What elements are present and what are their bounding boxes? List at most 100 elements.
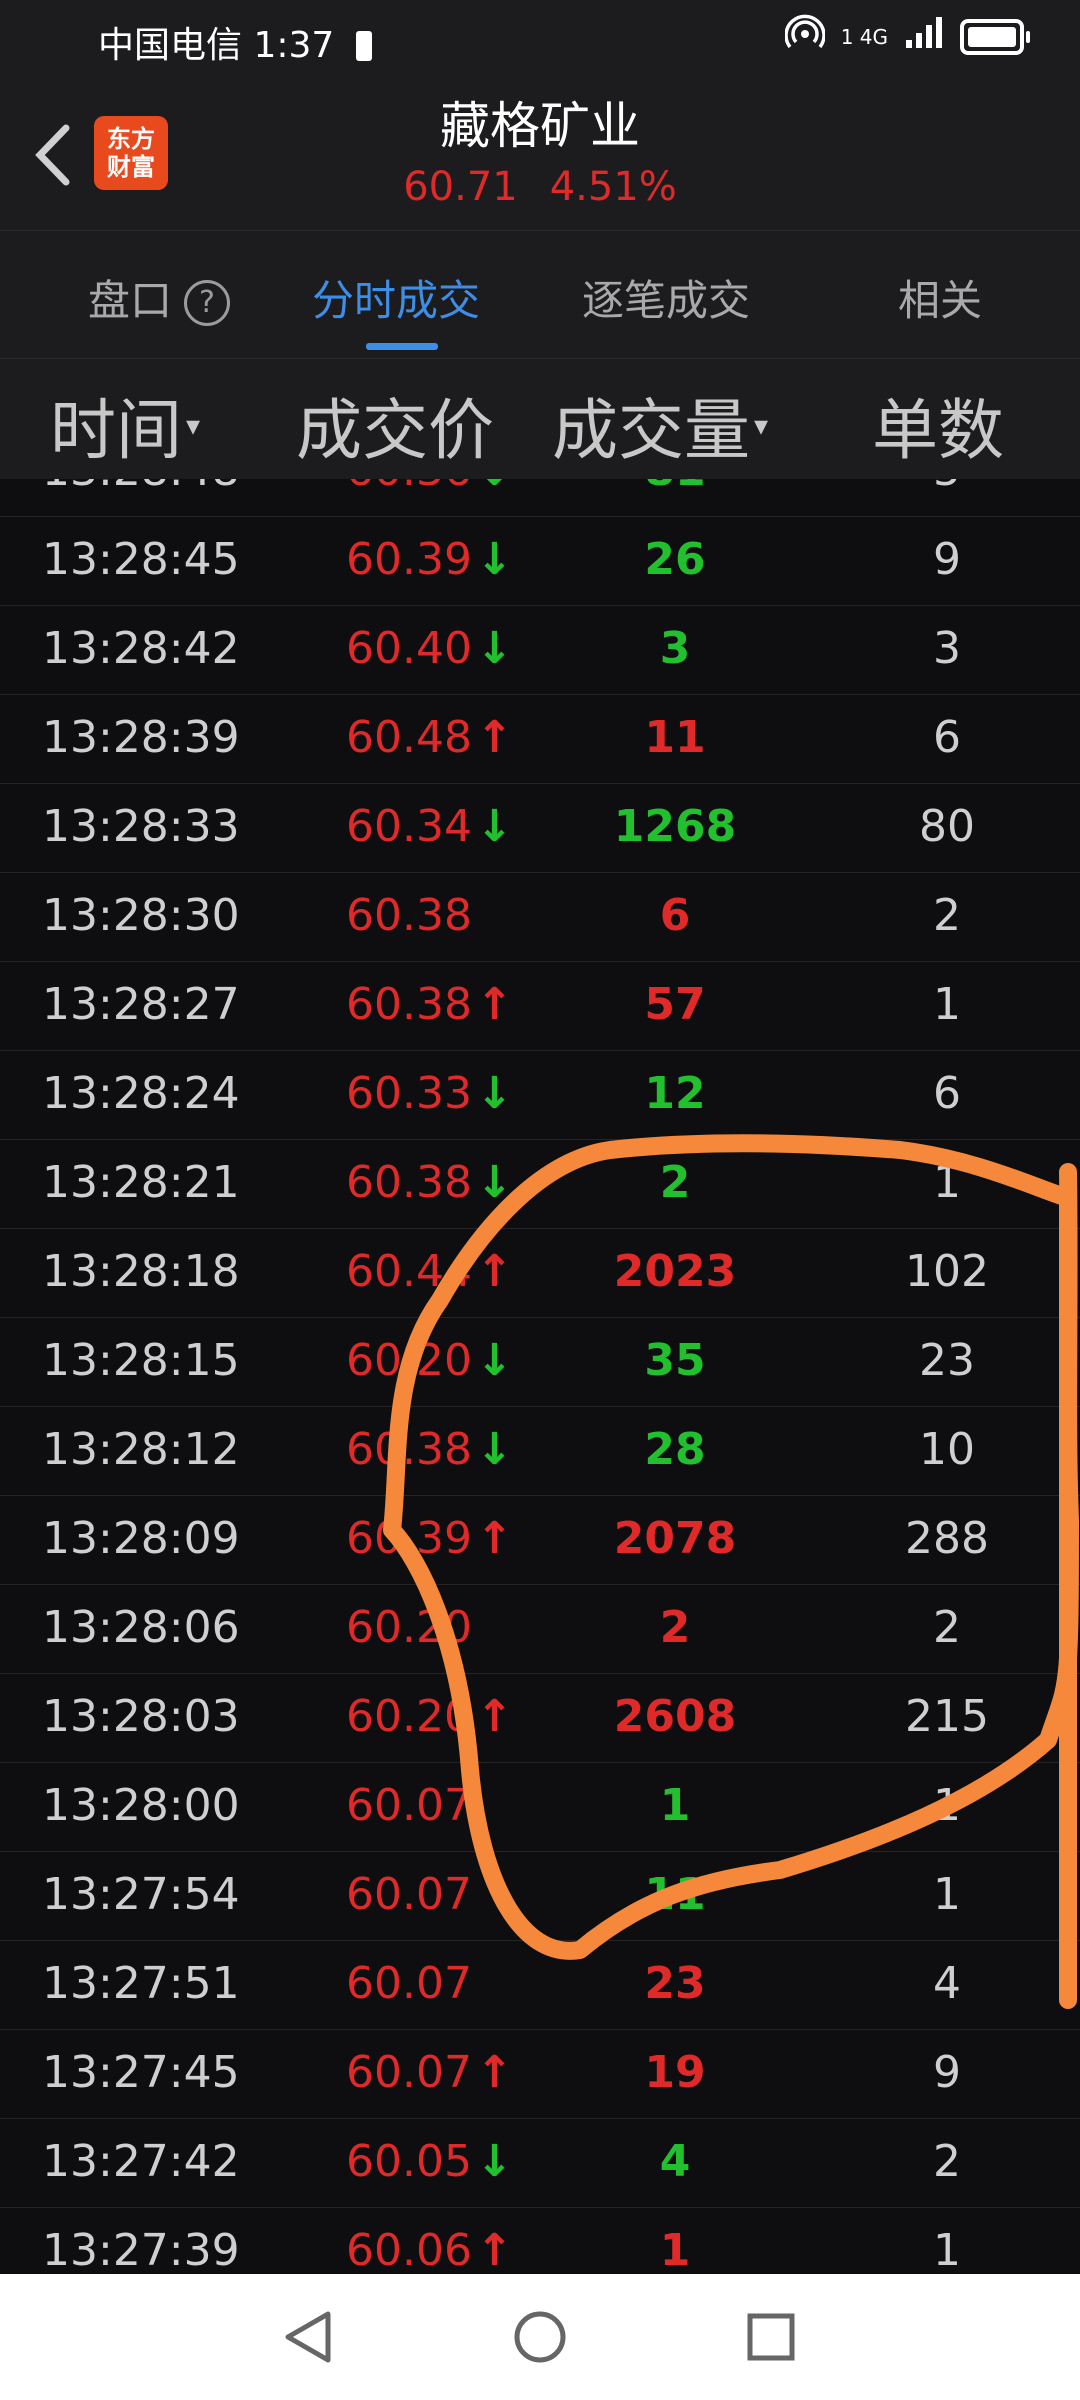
column-volume[interactable]: 成交量 ▾ <box>552 377 768 473</box>
trade-time: 13:28:42 <box>42 623 240 674</box>
trade-count: 6 <box>933 1068 961 1119</box>
tab-related[interactable]: 相关 <box>898 267 982 328</box>
table-row[interactable]: 13:28:06 60.20 2 2 <box>0 1585 1080 1674</box>
trade-volume: 1 <box>659 2225 691 2274</box>
trade-volume: 2 <box>659 1602 691 1653</box>
table-row[interactable]: 13:27:42 60.05↓ 4 2 <box>0 2119 1080 2208</box>
table-row[interactable]: 13:28:30 60.38 6 2 <box>0 873 1080 962</box>
arrow-up-icon: ↑ <box>475 2047 513 2098</box>
tab-minute-trades[interactable]: 分时成交 <box>312 267 480 328</box>
table-row[interactable]: 13:27:39 60.06↑ 1 1 <box>0 2208 1080 2274</box>
trade-price-value: 60.40 <box>346 623 472 674</box>
table-row[interactable]: 13:28:18 60.44↑ 2023 102 <box>0 1229 1080 1318</box>
table-row[interactable]: 13:27:51 60.07 23 4 <box>0 1941 1080 2030</box>
table-row[interactable]: 13:28:24 60.33↓ 12 6 <box>0 1051 1080 1140</box>
table-row[interactable]: 13:28:45 60.39↓ 26 9 <box>0 517 1080 606</box>
arrow-down-icon: ↓ <box>475 1424 513 1475</box>
trade-volume: 4 <box>659 2136 691 2187</box>
change-percent: 4.51% <box>549 164 677 210</box>
trade-price-value: 60.07 <box>346 1869 472 1920</box>
trade-count: 1 <box>933 1780 961 1831</box>
nav-home-icon[interactable] <box>500 2302 580 2372</box>
system-nav-bar <box>0 2274 1080 2400</box>
help-icon[interactable]: ? <box>184 280 231 326</box>
trade-volume: 26 <box>644 534 706 585</box>
trade-volume: 28 <box>644 1424 706 1475</box>
trade-time: 13:28:12 <box>42 1424 240 1475</box>
battery-saver-icon <box>355 31 372 61</box>
trade-price: 60.06↑ <box>346 2224 513 2274</box>
trade-time: 13:28:21 <box>42 1157 240 1208</box>
tab-tick-trades[interactable]: 逐笔成交 <box>582 267 750 328</box>
trade-price-value: 60.07 <box>346 2047 472 2098</box>
tab-label: 逐笔成交 <box>582 276 751 325</box>
table-row[interactable]: 13:28:39 60.48↑ 11 6 <box>0 695 1080 784</box>
trade-count: 1 <box>933 2225 961 2274</box>
trade-volume: 23 <box>644 1958 706 2009</box>
table-row[interactable]: 13:28:09 60.39↑ 2078 288 <box>0 1496 1080 1585</box>
trade-price-value: 60.44 <box>346 1246 472 1297</box>
column-count-label: 单数 <box>872 392 1004 469</box>
trade-price-value: 60.33 <box>346 1068 472 1119</box>
trade-price: 60.38 <box>346 889 472 943</box>
arrow-up-icon: ↑ <box>475 712 513 763</box>
table-row[interactable]: 13:28:15 60.20↓ 35 23 <box>0 1318 1080 1407</box>
trade-volume: 2 <box>659 1157 691 1208</box>
column-time[interactable]: 时间 ▾ <box>50 377 200 473</box>
table-row[interactable]: 13:28:42 60.40↓ 3 3 <box>0 606 1080 695</box>
trade-price: 60.36↓ <box>346 478 513 498</box>
trade-price-value: 60.36 <box>346 478 472 496</box>
trade-time: 13:28:09 <box>42 1513 240 1564</box>
trade-price-value: 60.20 <box>346 1691 472 1742</box>
trade-count: 6 <box>933 712 961 763</box>
tab-orderbook[interactable]: 盘口? <box>88 267 231 328</box>
table-header: 时间 ▾ 成交价 成交量 ▾ 单数 <box>0 358 1080 479</box>
sort-caret-icon: ▾ <box>186 409 201 442</box>
trade-volume: 2078 <box>613 1513 737 1564</box>
trade-time: 13:28:45 <box>42 534 240 585</box>
trade-count: 9 <box>933 2047 961 2098</box>
trade-price: 60.07↑ <box>346 2046 513 2100</box>
trade-volume: 12 <box>644 1068 706 1119</box>
trade-volume: 2023 <box>613 1246 737 1297</box>
table-row[interactable]: 13:28:21 60.38↓ 2 1 <box>0 1140 1080 1229</box>
trade-count: 5 <box>842 478 1052 498</box>
trade-time: 13:27:39 <box>42 2225 240 2274</box>
tab-label: 相关 <box>898 276 983 325</box>
nav-back-icon[interactable] <box>270 2302 350 2372</box>
table-row[interactable]: 13:28:03 60.20↑ 2608 215 <box>0 1674 1080 1763</box>
table-row[interactable]: 13:28:27 60.38↑ 57 1 <box>0 962 1080 1051</box>
trade-count: 9 <box>933 534 961 585</box>
table-row[interactable]: 13:28:12 60.38↓ 28 10 <box>0 1407 1080 1496</box>
trade-volume: 81 <box>560 478 790 498</box>
hotspot-icon <box>784 14 826 59</box>
signal-icon <box>904 16 944 57</box>
trade-count: 1 <box>933 979 961 1030</box>
table-row[interactable]: 13:28:33 60.34↓ 1268 80 <box>0 784 1080 873</box>
table-row[interactable]: 13:28:48 60.36↓ 81 5 <box>0 478 1080 517</box>
trade-price-value: 60.38 <box>346 979 472 1030</box>
trade-volume: 19 <box>644 2047 706 2098</box>
arrow-up-icon: ↑ <box>475 979 513 1030</box>
table-row[interactable]: 13:27:45 60.07↑ 19 9 <box>0 2030 1080 2119</box>
trade-time: 13:28:39 <box>42 712 240 763</box>
table-row[interactable]: 13:27:54 60.07 11 1 <box>0 1852 1080 1941</box>
arrow-down-icon: ↓ <box>475 1068 513 1119</box>
column-price-label: 成交价 <box>296 392 494 469</box>
trade-volume: 11 <box>644 712 706 763</box>
trade-time: 13:28:30 <box>42 890 240 941</box>
trade-volume: 2608 <box>613 1691 737 1742</box>
trade-count: 10 <box>919 1424 975 1475</box>
trade-time: 13:28:03 <box>42 1691 240 1742</box>
stock-header: 东方 财富 藏格矿业 60.71 4.51% <box>0 78 1080 230</box>
column-time-label: 时间 <box>50 392 182 469</box>
trade-price: 60.39↓ <box>346 533 513 587</box>
trade-volume: 6 <box>659 890 691 941</box>
carrier-time: 中国电信 1:37 <box>98 25 335 66</box>
trade-price-value: 60.38 <box>346 1157 472 1208</box>
table-row[interactable]: 13:28:00 60.07 1 1 <box>0 1763 1080 1852</box>
tab-bar: 盘口? 分时成交 逐笔成交 相关 <box>0 230 1080 359</box>
nav-recents-icon[interactable] <box>730 2302 810 2372</box>
trade-list[interactable]: 13:28:4860.36↓81513:28:4560.39↓26913:28:… <box>0 478 1080 2274</box>
trade-price: 60.05↓ <box>346 2135 513 2189</box>
